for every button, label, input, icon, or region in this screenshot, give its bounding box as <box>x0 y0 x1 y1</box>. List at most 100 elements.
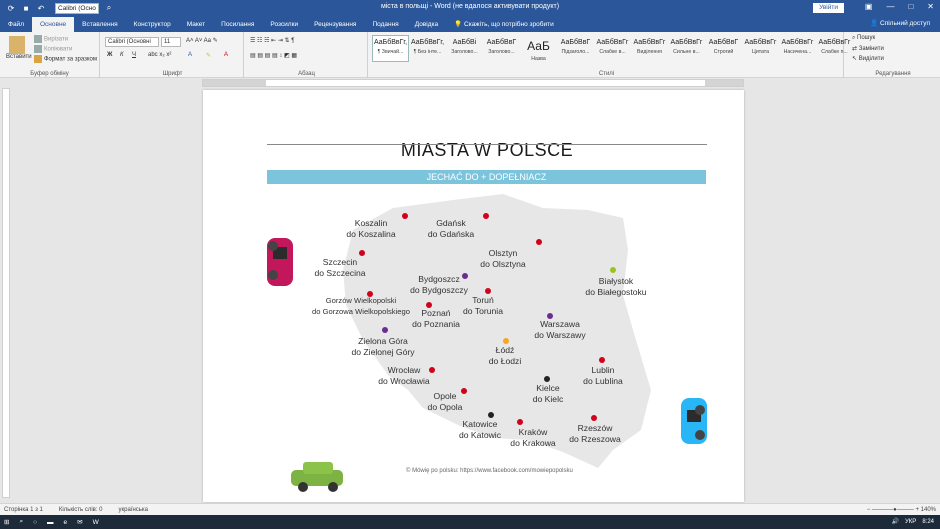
format-painter-button[interactable]: Формат за зразком <box>34 55 97 63</box>
windows-start-icon[interactable]: ⊞ <box>4 518 9 526</box>
style-item[interactable]: АаБбВвГг Виділення <box>631 35 668 62</box>
city-phrase: do Rzeszowa <box>569 434 621 444</box>
city-phrase: do Warszawy <box>534 330 586 340</box>
align-left-icon[interactable]: ▤ ▤ ▤ ▤ ↕ ◩ ▦ <box>250 52 297 59</box>
replace-button[interactable]: ⇄ Замінити <box>852 45 884 52</box>
bold-icon[interactable]: Ж <box>107 52 112 58</box>
tell-me-box[interactable]: 💡 Скажіть, що потрібно зробити <box>454 17 554 32</box>
page-count[interactable]: Сторінка 1 з 1 <box>4 507 43 513</box>
style-name: Заголово... <box>488 49 515 55</box>
tab-view[interactable]: Подання <box>364 17 406 32</box>
style-item[interactable]: АаБбВвГг, ¶ Звичай... <box>372 35 409 62</box>
find-button[interactable]: ⌕ Пошук <box>852 35 875 42</box>
city-name: Kraków <box>518 427 548 437</box>
tab-help[interactable]: Довідка <box>407 17 446 32</box>
style-item[interactable]: АаБбВі Заголово... <box>446 35 483 62</box>
city-phrase: do Katowic <box>458 430 502 440</box>
mail-icon[interactable]: ✉ <box>77 518 82 526</box>
paragraph-group-label: Абзац <box>298 71 315 77</box>
style-item[interactable]: АаБбВвГг Сильне в... <box>668 35 705 62</box>
city-name: Gorzów Wielkopolski <box>325 296 397 305</box>
style-item[interactable]: АаБбВвГг Насичена... <box>779 35 816 62</box>
highlight-icon[interactable]: ✎ <box>206 52 211 59</box>
city-name: Toruń <box>472 295 494 305</box>
word-app-icon[interactable]: W <box>93 519 99 526</box>
city-marker <box>599 357 605 363</box>
document-page[interactable]: MIASTA W POLSCE JECHAĆ DO + DOPEŁNIACZ K… <box>203 90 744 502</box>
city-marker <box>429 367 435 373</box>
tab-design[interactable]: Конструктор <box>126 17 179 32</box>
grow-font-icon[interactable]: A˄ A˅ Aa ✎ <box>186 37 218 44</box>
style-sample: АаБбВвГг <box>744 39 777 46</box>
share-button[interactable]: 👤 Спільний доступ <box>870 16 930 32</box>
ribbon-options-icon[interactable]: ▣ <box>865 2 873 11</box>
city-phrase: do Zielonej Góry <box>351 347 415 357</box>
style-name: ¶ Без інте... <box>413 49 442 55</box>
language-indicator[interactable]: українська <box>119 507 149 513</box>
city-label: Gdańsk do Gdańska <box>428 218 474 240</box>
clock[interactable]: 8:24 <box>922 515 934 529</box>
title-bar: ⟳ ■ ↶ Calibri (Осно ⌕ міста в польщі - W… <box>0 0 940 16</box>
strikethrough-icon[interactable]: abc x₂ x² <box>148 52 171 58</box>
city-label: Wrocław do Wrocławia <box>378 365 429 387</box>
copy-button[interactable]: Копіювати <box>34 45 72 53</box>
style-item[interactable]: АаБ Назва <box>520 35 557 62</box>
cut-button[interactable]: Вирізати <box>34 35 68 43</box>
vertical-ruler[interactable] <box>2 88 10 498</box>
city-name: Rzeszów <box>577 423 613 433</box>
minimize-icon[interactable]: — <box>886 2 894 11</box>
underline-icon[interactable]: Ч <box>132 52 136 58</box>
keyboard-language[interactable]: УКР <box>905 515 916 529</box>
city-phrase: do Olsztyna <box>480 259 526 269</box>
volume-icon[interactable]: 🔊 <box>892 515 899 529</box>
cursor-icon: ↖ <box>852 56 859 62</box>
close-icon[interactable]: ✕ <box>927 2 934 11</box>
city-phrase: do Łodzi <box>488 356 522 366</box>
style-item[interactable]: АаБбВвГ Підзаголо... <box>557 35 594 62</box>
style-sample: АаБбВвГг, <box>410 39 445 46</box>
city-label: Łódź do Łodzi <box>489 345 522 367</box>
sign-in-button[interactable]: Увійти <box>813 3 844 13</box>
paragraph-group: ☰ ☷ ☵ ⇤ ⇥ ⇅ ¶ ▤ ▤ ▤ ▤ ↕ ◩ ▦ Абзац <box>246 32 368 78</box>
font-size-select[interactable]: 11 <box>161 37 181 47</box>
maximize-icon[interactable]: □ <box>908 2 913 11</box>
style-item[interactable]: АаБбВвГг Слабке в... <box>594 35 631 62</box>
city-phrase: do Opola <box>427 402 463 412</box>
city-label: Szczecin do Szczecina <box>314 257 365 279</box>
tab-insert[interactable]: Вставлення <box>74 17 126 32</box>
tab-mailings[interactable]: Розсилки <box>262 17 306 32</box>
tab-layout[interactable]: Макет <box>179 17 213 32</box>
style-item[interactable]: АаБбВвГг Цитата <box>742 35 779 62</box>
city-label: Zielona Góra do Zielonej Góry <box>351 336 414 358</box>
text-effects-icon[interactable]: A <box>188 52 192 58</box>
city-label: Białystok do Białegostoku <box>585 276 646 298</box>
word-count[interactable]: Кількість слів: 0 <box>59 507 103 513</box>
file-explorer-icon[interactable]: ▬ <box>47 519 54 526</box>
city-marker <box>544 376 550 382</box>
city-label: Bydgoszcz do Bydgoszczy <box>410 274 468 296</box>
select-button[interactable]: ↖ Виділити <box>852 55 884 62</box>
horizontal-ruler[interactable] <box>202 79 744 87</box>
style-sample: АаБбВвГг <box>633 39 666 46</box>
font-color-icon[interactable]: A <box>224 52 228 58</box>
style-item[interactable]: АаБбВвГ Заголово... <box>483 35 520 62</box>
search-icon[interactable]: ⌕ <box>19 518 23 526</box>
styles-gallery: АаБбВвГг, ¶ Звичай... АаБбВвГг, ¶ Без інте.… <box>372 35 853 62</box>
zoom-level[interactable]: 140% <box>921 507 936 513</box>
tab-review[interactable]: Рецензування <box>306 17 364 32</box>
paste-button[interactable]: Вставити <box>6 36 32 60</box>
tab-references[interactable]: Посилання <box>213 17 262 32</box>
share-label: Спільний доступ <box>880 20 930 27</box>
tab-file[interactable]: Файл <box>0 17 32 32</box>
italic-icon[interactable]: К <box>120 52 124 58</box>
cortana-icon[interactable]: ○ <box>33 519 37 526</box>
edge-icon[interactable]: e <box>64 519 68 526</box>
font-name-select[interactable]: Calibri (Основні <box>105 37 159 47</box>
city-marker <box>536 239 542 245</box>
style-item[interactable]: АаБбВвГ Строгий <box>705 35 742 62</box>
style-item[interactable]: АаБбВвГг, ¶ Без інте... <box>409 35 446 62</box>
bullets-icon[interactable]: ☰ ☷ ☵ ⇤ ⇥ ⇅ ¶ <box>250 37 294 44</box>
tab-home[interactable]: Основне <box>31 17 75 32</box>
city-name: Olsztyn <box>488 248 518 258</box>
city-label: Warszawa do Warszawy <box>534 319 585 341</box>
